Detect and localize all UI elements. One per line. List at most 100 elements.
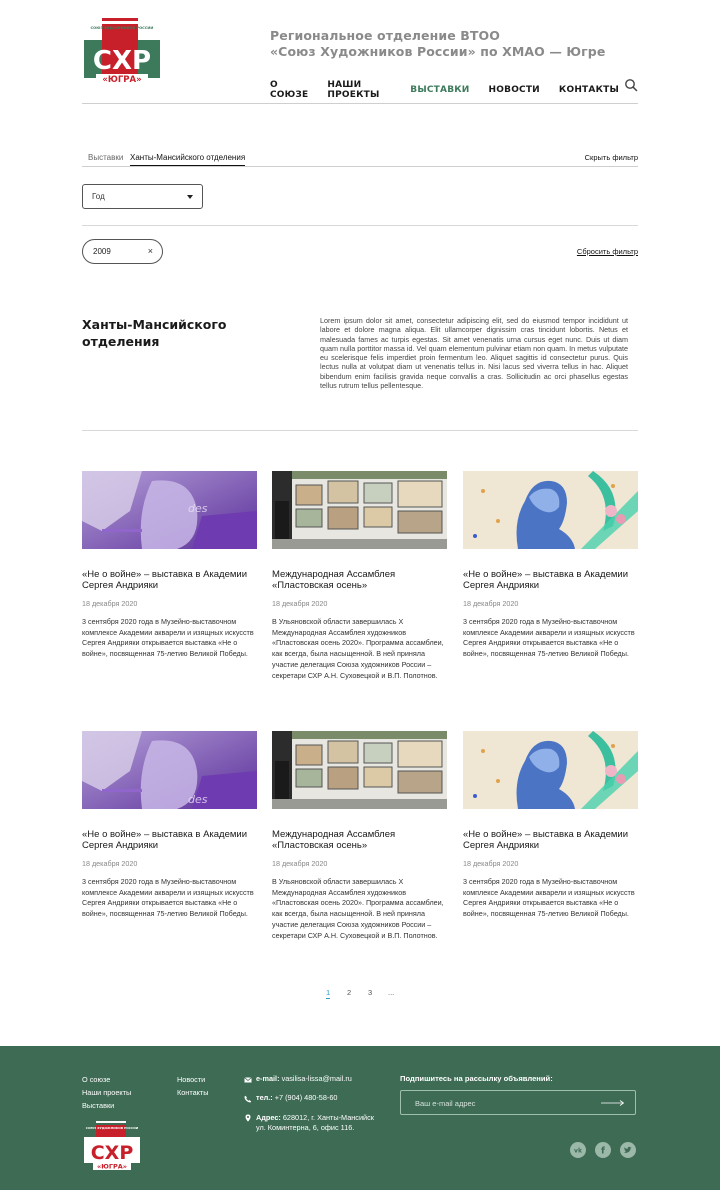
card-text: В Ульяновской области завершилась X Межд…	[272, 617, 444, 680]
tab-exhibitions[interactable]: Выставки	[88, 153, 123, 162]
site-header: СОЮЗ ХУДОЖНИКОВ РОССИИ СХР «ЮГРА» Регион…	[82, 18, 638, 104]
svg-text:vk: vk	[574, 1148, 583, 1155]
page-ellipsis: ...	[388, 988, 395, 997]
exhibition-card: des «Не о войне» – выставка в Академии С…	[82, 731, 257, 920]
page-link-3[interactable]: 3	[368, 988, 372, 997]
svg-text:«ЮГРА»: «ЮГРА»	[97, 1163, 127, 1171]
phone-icon	[244, 1095, 252, 1103]
footer-link-news[interactable]: Новости	[177, 1075, 205, 1084]
svg-text:СХР: СХР	[93, 46, 151, 76]
nav-item-news[interactable]: НОВОСТИ	[489, 85, 540, 95]
card-title[interactable]: «Не о войне» – выставка в Академии Серге…	[463, 569, 638, 591]
page-title-line1: Ханты-Мансийского	[82, 317, 227, 332]
card-title[interactable]: «Не о войне» – выставка в Академии Серге…	[82, 569, 257, 591]
svg-text:f: f	[601, 1147, 605, 1156]
card-text: 3 сентября 2020 года в Музейно-выставочн…	[463, 877, 635, 919]
footer-phone-label: тел.:	[256, 1093, 273, 1102]
svg-text:СХР: СХР	[91, 1142, 134, 1164]
svg-text:«ЮГРА»: «ЮГРА»	[102, 75, 141, 85]
exhibition-photo-market[interactable]	[272, 471, 447, 549]
exhibition-photo-statue[interactable]	[463, 471, 638, 549]
card-title[interactable]: «Не о войне» – выставка в Академии Серге…	[82, 829, 257, 851]
card-text: 3 сентября 2020 года в Музейно-выставочн…	[82, 877, 254, 919]
card-title[interactable]: «Не о войне» – выставка в Академии Серге…	[463, 829, 638, 851]
filter-chip-label: 2009	[93, 247, 111, 256]
close-icon[interactable]: ×	[148, 246, 153, 256]
exhibition-photo-purple[interactable]: des	[82, 731, 257, 809]
main-nav: О СОЮЗЕ НАШИ ПРОЕКТЫ ВЫСТАВКИ НОВОСТИ КО…	[270, 80, 638, 100]
nav-item-contacts[interactable]: КОНТАКТЫ	[559, 85, 619, 95]
footer-logo[interactable]: СОЮЗ ХУДОЖНИКОВ РОССИИ СХР «ЮГРА»	[82, 1121, 142, 1175]
card-date: 18 декабря 2020	[272, 599, 328, 608]
exhibition-card: «Не о войне» – выставка в Академии Серге…	[463, 471, 638, 660]
arrow-right-icon[interactable]	[601, 1099, 625, 1107]
footer-address-line1: 628012, г. Ханты-Мансийск	[282, 1113, 374, 1122]
chevron-down-icon	[187, 195, 193, 199]
tab-khanty-mansiysk[interactable]: Ханты-Мансийского отделения	[130, 153, 246, 166]
search-icon[interactable]	[624, 78, 638, 92]
card-date: 18 декабря 2020	[82, 859, 138, 868]
page-title-line2: отделения	[82, 334, 160, 349]
card-text: 3 сентября 2020 года в Музейно-выставочн…	[82, 617, 254, 659]
footer-link-contacts[interactable]: Контакты	[177, 1088, 209, 1097]
filter-tabs: Выставки Ханты-Мансийского отделения Скр…	[82, 150, 638, 167]
svg-text:des: des	[188, 502, 208, 515]
svg-text:СОЮЗ ХУДОЖНИКОВ РОССИИ: СОЮЗ ХУДОЖНИКОВ РОССИИ	[86, 1126, 139, 1130]
section-description: Lorem ipsum dolor sit amet, consectetur …	[320, 316, 628, 391]
logo[interactable]: СОЮЗ ХУДОЖНИКОВ РОССИИ СХР «ЮГРА»	[82, 18, 162, 92]
exhibition-photo-purple[interactable]: des	[82, 471, 257, 549]
year-select-value: Год	[92, 192, 105, 201]
reset-filter-link[interactable]: Сбросить фильтр	[577, 247, 638, 256]
footer-email-value[interactable]: vasilisa-lissa@mail.ru	[282, 1074, 352, 1083]
card-title[interactable]: Международная Ассамблея «Пластовская осе…	[272, 829, 447, 851]
nav-item-projects[interactable]: НАШИ ПРОЕКТЫ	[327, 80, 391, 100]
org-title: Региональное отделение ВТОО «Союз Художн…	[270, 28, 605, 60]
page-link-2[interactable]: 2	[347, 988, 351, 997]
footer-phone: тел.: +7 (904) 480-58-60	[256, 1093, 337, 1103]
exhibition-card: des «Не о войне» – выставка в Академии С…	[82, 471, 257, 660]
pagination: 1 2 3 ...	[300, 976, 420, 1010]
svg-text:СОЮЗ ХУДОЖНИКОВ РОССИИ: СОЮЗ ХУДОЖНИКОВ РОССИИ	[91, 26, 154, 30]
divider	[82, 225, 638, 226]
card-title[interactable]: Международная Ассамблея «Пластовская осе…	[272, 569, 447, 591]
page-title: Ханты-Мансийского отделения	[82, 316, 262, 350]
nav-item-about[interactable]: О СОЮЗЕ	[270, 80, 308, 100]
card-text: 3 сентября 2020 года в Музейно-выставочн…	[463, 617, 635, 659]
footer-link-exhibitions[interactable]: Выставки	[82, 1101, 114, 1110]
location-pin-icon	[245, 1114, 251, 1122]
card-date: 18 декабря 2020	[463, 859, 519, 868]
exhibition-card: Международная Ассамблея «Пластовская осе…	[272, 471, 447, 681]
exhibition-photo-market[interactable]	[272, 731, 447, 809]
footer-phone-value[interactable]: +7 (904) 480-58-60	[275, 1093, 338, 1102]
subscribe-email-input[interactable]	[415, 1095, 585, 1111]
footer-email: e-mail: vasilisa-lissa@mail.ru	[256, 1074, 352, 1084]
divider	[82, 430, 638, 431]
svg-text:des: des	[188, 793, 208, 806]
site-footer: О союзе Наши проекты Выставки Новости Ко…	[0, 1046, 720, 1190]
exhibition-card: Международная Ассамблея «Пластовская осе…	[272, 731, 447, 941]
nav-item-exhibitions[interactable]: ВЫСТАВКИ	[410, 85, 469, 95]
card-date: 18 декабря 2020	[272, 859, 328, 868]
footer-link-projects[interactable]: Наши проекты	[82, 1088, 131, 1097]
footer-email-label: e-mail:	[256, 1074, 280, 1083]
subscribe-form	[400, 1090, 636, 1115]
year-select[interactable]: Год	[82, 184, 203, 209]
vk-icon[interactable]: vk	[570, 1142, 586, 1158]
subscribe-label: Подпишитесь на рассылку объявлений:	[400, 1074, 553, 1083]
card-text: В Ульяновской области завершилась X Межд…	[272, 877, 444, 940]
exhibition-card: «Не о войне» – выставка в Академии Серге…	[463, 731, 638, 920]
facebook-icon[interactable]: f	[595, 1142, 611, 1158]
footer-address: Адрес: 628012, г. Ханты-Мансийск ул. Ком…	[256, 1113, 374, 1133]
org-title-line1: Региональное отделение ВТОО	[270, 28, 500, 43]
mail-icon	[244, 1077, 252, 1083]
card-date: 18 декабря 2020	[82, 599, 138, 608]
twitter-icon[interactable]	[620, 1142, 636, 1158]
footer-link-about[interactable]: О союзе	[82, 1075, 110, 1084]
hide-filter-link[interactable]: Скрыть фильтр	[585, 153, 638, 162]
filter-chip: 2009 ×	[82, 239, 163, 264]
exhibition-photo-statue[interactable]	[463, 731, 638, 809]
card-date: 18 декабря 2020	[463, 599, 519, 608]
page-link-1[interactable]: 1	[326, 988, 331, 999]
org-title-line2: «Союз Художников России» по ХМАО — Югре	[270, 44, 606, 59]
footer-address-label: Адрес:	[256, 1113, 281, 1122]
